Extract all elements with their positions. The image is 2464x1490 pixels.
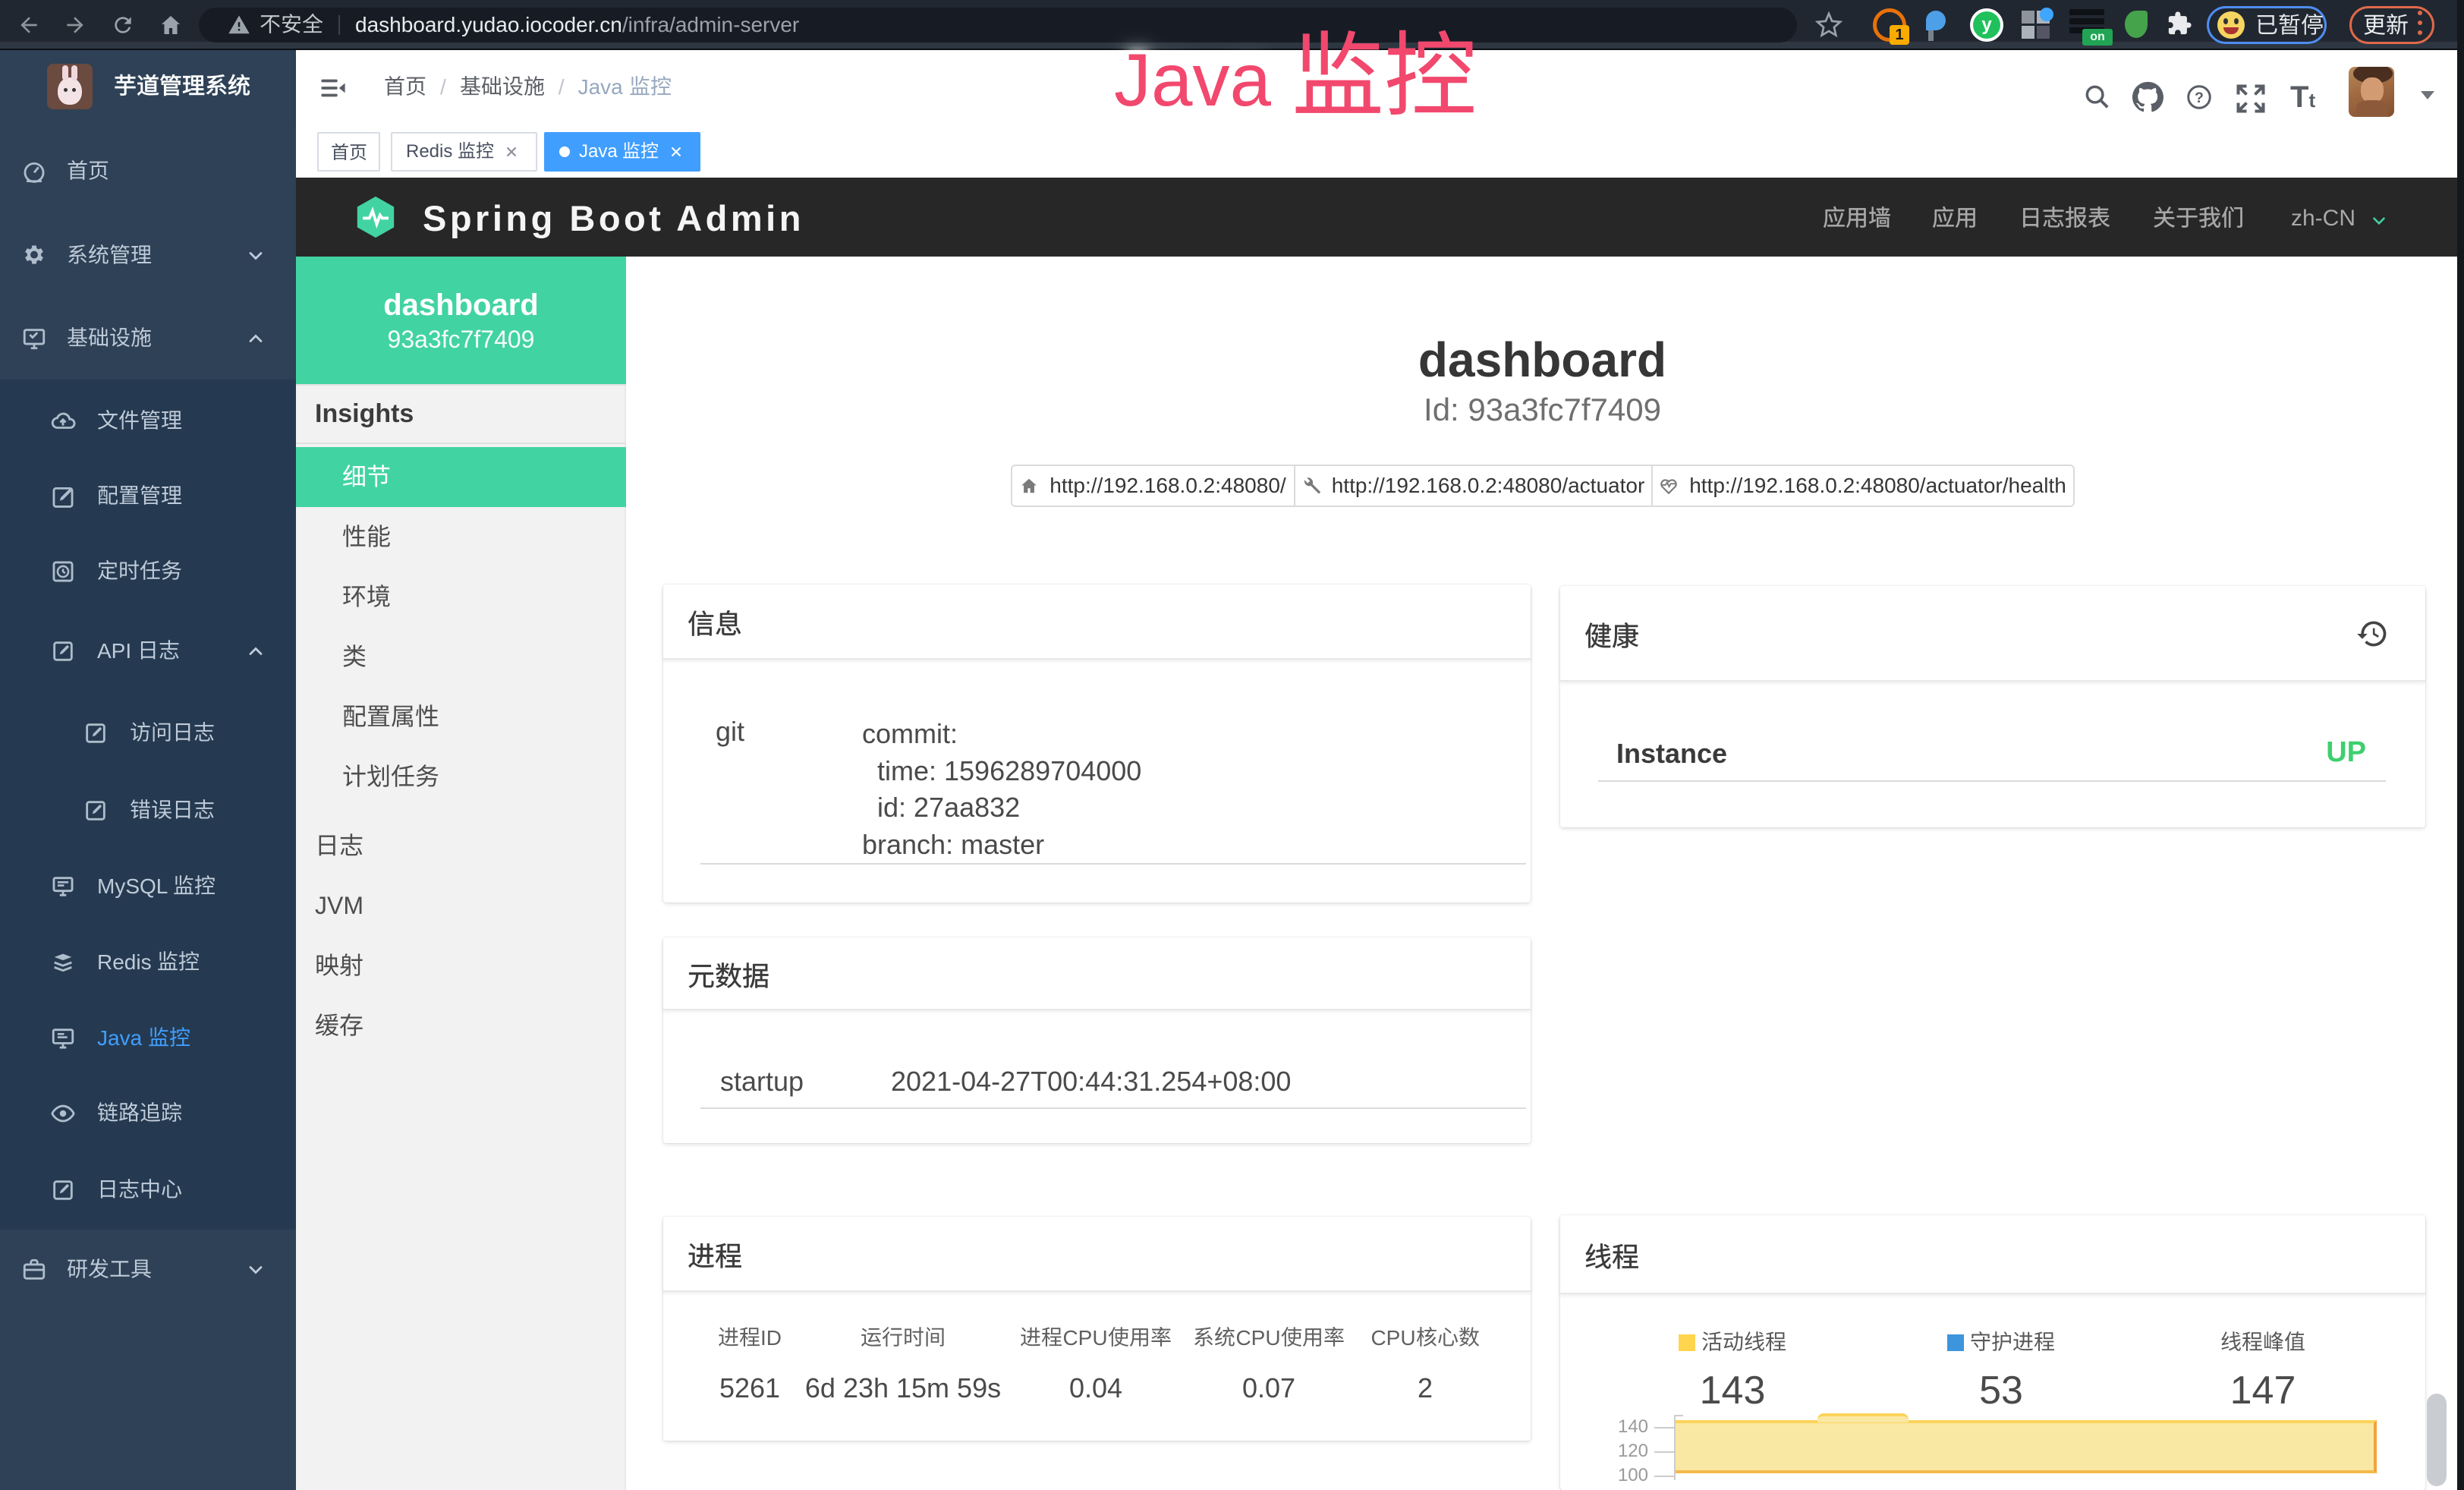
svg-text:?: ? [2195, 90, 2204, 106]
